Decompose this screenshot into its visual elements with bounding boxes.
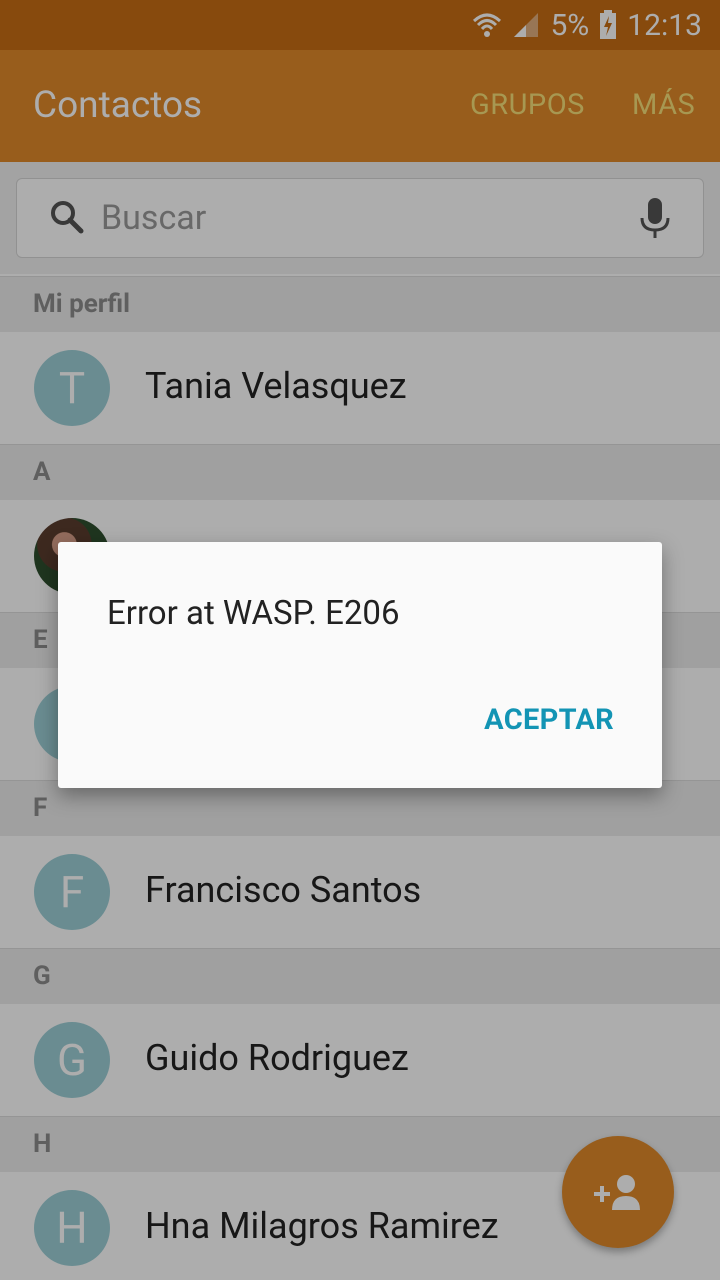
- error-dialog: Error at WASP. E206 ACEPTAR: [58, 542, 662, 788]
- accept-button[interactable]: ACEPTAR: [484, 703, 614, 737]
- dialog-message: Error at WASP. E206: [107, 594, 400, 633]
